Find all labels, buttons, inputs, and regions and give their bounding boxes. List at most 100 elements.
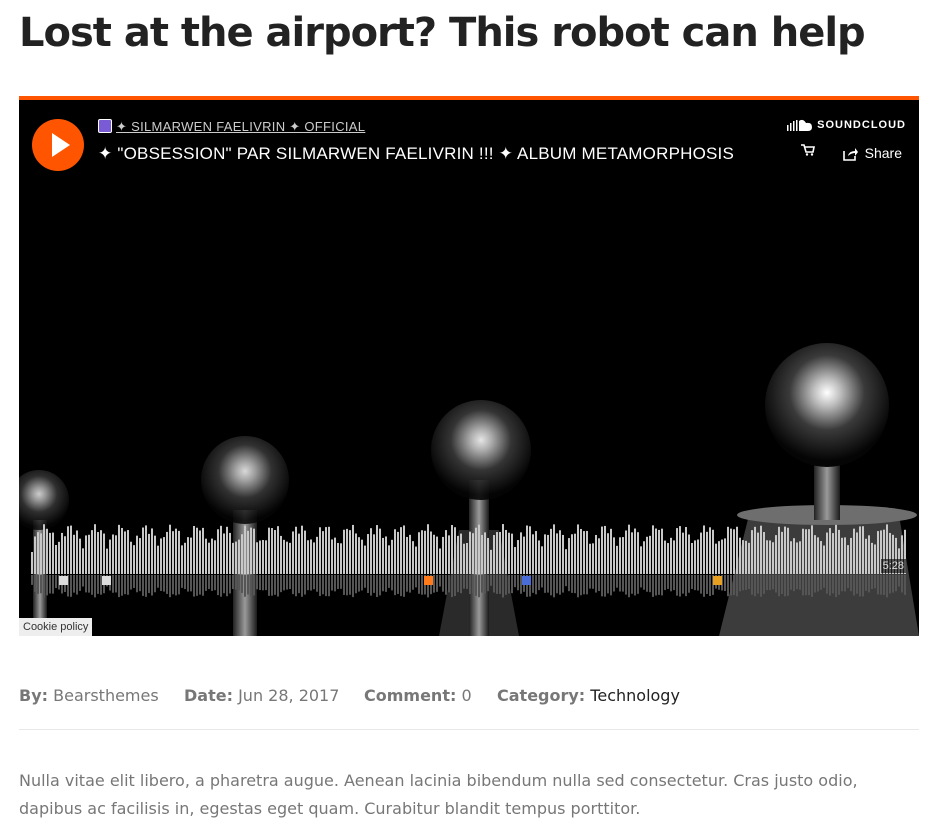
waveform-reflection bbox=[385, 575, 387, 592]
waveform-bar bbox=[373, 534, 375, 574]
comment-avatar-icon[interactable] bbox=[424, 576, 433, 585]
waveform-reflection bbox=[874, 575, 876, 589]
waveform-bar bbox=[295, 526, 297, 574]
waveform-reflection bbox=[478, 575, 480, 598]
waveform-reflection bbox=[847, 575, 849, 589]
waveform-reflection bbox=[466, 575, 468, 589]
waveform-reflection bbox=[640, 575, 642, 588]
waveform-bar bbox=[709, 527, 711, 574]
waveform-reflection bbox=[802, 575, 804, 596]
meta-comment-value[interactable]: 0 bbox=[461, 686, 471, 705]
waveform-bar bbox=[472, 533, 474, 574]
waveform-bar bbox=[283, 539, 285, 574]
track-title[interactable]: ✦ "OBSESSION" PAR SILMARWEN FAELIVRIN !!… bbox=[98, 144, 734, 164]
waveform-reflection bbox=[613, 575, 615, 592]
waveform-bar bbox=[508, 532, 510, 574]
waveform-reflection bbox=[775, 575, 777, 593]
waveform-reflection bbox=[277, 575, 279, 597]
waveform-reflection bbox=[541, 575, 543, 588]
waveform-bar bbox=[397, 531, 399, 574]
waveform-reflection bbox=[112, 575, 114, 593]
waveform-reflection bbox=[88, 575, 90, 593]
waveform-reflection bbox=[361, 575, 363, 591]
waveform-bar bbox=[721, 539, 723, 574]
waveform-reflection bbox=[790, 575, 792, 590]
waveform-bar bbox=[610, 528, 612, 574]
waveform-reflection bbox=[358, 575, 360, 592]
share-button[interactable]: Share bbox=[842, 145, 902, 161]
waveform-bar bbox=[64, 536, 66, 574]
waveform-reflection bbox=[154, 575, 156, 593]
soundcloud-logo[interactable]: SOUNDCLOUD bbox=[787, 119, 906, 131]
waveform-reflection bbox=[346, 575, 348, 596]
waveform-bar bbox=[385, 536, 387, 574]
waveform-bar bbox=[673, 540, 675, 574]
waveform-reflection bbox=[592, 575, 594, 589]
waveform-bar bbox=[154, 535, 156, 574]
waveform-bar bbox=[73, 534, 75, 574]
waveform-bar bbox=[418, 532, 420, 574]
waveform-bar bbox=[451, 525, 453, 574]
waveform-reflection bbox=[484, 575, 486, 594]
waveform-reflection bbox=[499, 575, 501, 594]
waveform-bar bbox=[142, 527, 144, 574]
waveform-bar bbox=[562, 534, 564, 574]
soundcloud-player[interactable]: ✦ SILMARWEN FAELIVRIN ✦ OFFICIAL ✦ "OBSE… bbox=[19, 96, 919, 636]
waveform-bar bbox=[682, 532, 684, 574]
waveform-bar bbox=[556, 533, 558, 574]
waveform-bar bbox=[298, 533, 300, 574]
waveform-reflection bbox=[625, 575, 627, 595]
waveform-bar bbox=[544, 534, 546, 574]
waveform-bar bbox=[499, 531, 501, 574]
waveform-reflection bbox=[157, 575, 159, 588]
artist-link[interactable]: ✦ SILMARWEN FAELIVRIN ✦ OFFICIAL bbox=[98, 119, 365, 135]
waveform-reflection bbox=[553, 575, 555, 598]
waveform-bar bbox=[835, 524, 837, 574]
waveform-bar bbox=[406, 536, 408, 574]
play-button[interactable] bbox=[32, 119, 84, 171]
waveform-bar bbox=[424, 530, 426, 574]
waveform-reflection bbox=[172, 575, 174, 595]
waveform-bar bbox=[502, 524, 504, 574]
waveform-reflection bbox=[655, 575, 657, 596]
waveform-bar bbox=[766, 540, 768, 574]
waveform-reflection bbox=[766, 575, 768, 591]
waveform-reflection bbox=[187, 575, 189, 592]
waveform-bar bbox=[496, 532, 498, 574]
waveform-reflection bbox=[610, 575, 612, 596]
waveform-bar bbox=[193, 526, 195, 574]
waveform-reflection bbox=[283, 575, 285, 591]
waveform-bar bbox=[361, 539, 363, 574]
waveform-reflection bbox=[91, 575, 93, 595]
comment-avatar-icon[interactable] bbox=[713, 576, 722, 585]
waveform-bar bbox=[289, 542, 291, 574]
waveform-reflection bbox=[313, 575, 315, 590]
waveform-bar bbox=[199, 530, 201, 574]
waveform-reflection bbox=[583, 575, 585, 595]
waveform-reflection bbox=[751, 575, 753, 595]
waveform-reflection bbox=[877, 575, 879, 595]
waveform-reflection bbox=[649, 575, 651, 593]
waveform-reflection bbox=[895, 575, 897, 592]
cart-icon[interactable] bbox=[801, 144, 815, 156]
waveform-bar bbox=[112, 534, 114, 574]
waveform-reflection bbox=[643, 575, 645, 590]
waveform-bar bbox=[316, 536, 318, 574]
waveform-bar bbox=[694, 540, 696, 574]
waveform-reflection bbox=[259, 575, 261, 591]
waveform-bar bbox=[622, 537, 624, 574]
share-label: Share bbox=[864, 145, 902, 161]
comment-avatar-icon[interactable] bbox=[522, 576, 531, 585]
meta-author-value[interactable]: Bearsthemes bbox=[53, 686, 159, 705]
waveform-reflection bbox=[559, 575, 561, 595]
waveform-reflection bbox=[673, 575, 675, 591]
waveform-reflection bbox=[631, 575, 633, 594]
waveform-bar bbox=[484, 532, 486, 574]
waveform-reflection bbox=[682, 575, 684, 594]
meta-category-value[interactable]: Technology bbox=[590, 686, 680, 705]
cookie-policy-link[interactable]: Cookie policy bbox=[19, 618, 93, 636]
comment-avatar-icon[interactable] bbox=[59, 576, 68, 585]
waveform-reflection bbox=[166, 575, 168, 594]
waveform-reflection bbox=[286, 575, 288, 590]
comment-avatar-icon[interactable] bbox=[102, 576, 111, 585]
